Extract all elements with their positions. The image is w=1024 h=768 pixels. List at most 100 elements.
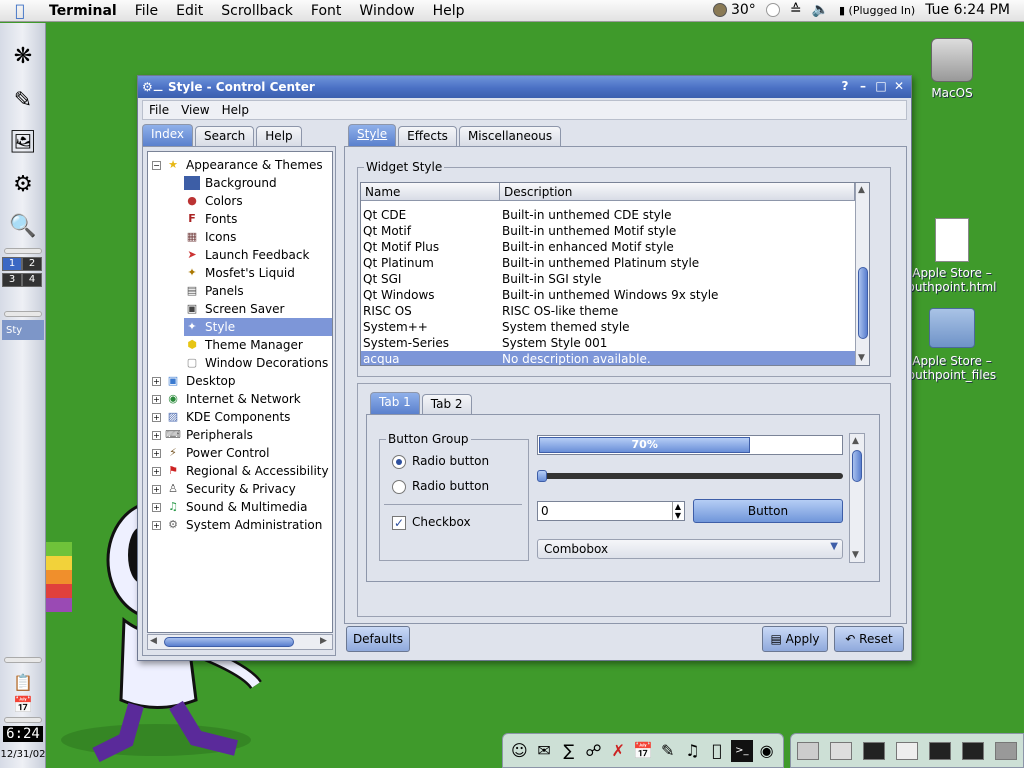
menu-window[interactable]: Window — [350, 3, 423, 19]
tree-item-colors[interactable]: ● Colors — [184, 192, 242, 210]
combobox-arrow-icon[interactable]: ▼ — [830, 541, 838, 552]
tree-horizontal-scrollbar[interactable]: ◀ ▶ — [147, 634, 333, 650]
reset-button[interactable]: ↶ Reset — [834, 626, 904, 652]
kicker-handle[interactable] — [4, 248, 42, 254]
spin-box[interactable]: 0 ▲ ▼ — [537, 501, 685, 521]
scroll-left-icon[interactable]: ◀ — [150, 636, 157, 646]
list-row[interactable]: RISC OS RISC OS-like theme — [361, 303, 855, 319]
tree-item-screen-saver[interactable]: ▣ Screen Saver — [184, 300, 285, 318]
notes-icon[interactable]: ✎ — [657, 740, 679, 762]
show-desktop-icon[interactable]: ✎ — [6, 83, 40, 117]
scroll-up-icon[interactable]: ▲ — [852, 436, 859, 446]
k-menu-icon[interactable]: ❋ — [6, 39, 40, 73]
minimized-window-thumb[interactable] — [962, 741, 985, 760]
apple-menu-icon[interactable]:  — [0, 1, 40, 20]
minimized-window-thumb[interactable] — [929, 741, 952, 760]
preview-tab-2[interactable]: Tab 2 — [421, 394, 472, 414]
tree-item-style[interactable]: ✦ Style — [184, 318, 332, 336]
tree-item-fonts[interactable]: F Fonts — [184, 210, 237, 228]
defaults-button[interactable]: Defaults — [346, 626, 410, 652]
tree-item-appearance-themes[interactable]: − ★ Appearance & Themes — [152, 156, 323, 174]
list-row[interactable]: Qt Windows Built-in unthemed Windows 9x s… — [361, 287, 855, 303]
find-files-icon[interactable]: 🔍 — [6, 209, 40, 243]
minimize-icon[interactable]: – — [855, 79, 871, 95]
minimized-window-thumb[interactable] — [895, 741, 918, 760]
displays-icon[interactable] — [765, 3, 780, 17]
menu-scrollback[interactable]: Scrollback — [212, 3, 302, 19]
trash-icon[interactable] — [995, 741, 1018, 760]
apple-icon[interactable]:  — [706, 740, 728, 762]
tab-index[interactable]: Index — [142, 124, 194, 146]
list-row[interactable]: System-Series System Style 001 — [361, 335, 855, 351]
expand-icon[interactable]: + — [152, 520, 161, 530]
tree-item-security-privacy[interactable]: + ♙ Security & Privacy — [152, 480, 296, 498]
menu-app[interactable]: Terminal — [40, 3, 126, 19]
tree-item-regional-accessibility[interactable]: + ⚑ Regional & Accessibility — [152, 462, 329, 480]
weather-extra[interactable]: 30° — [712, 2, 756, 18]
tree-item-kde-components[interactable]: + ▨ KDE Components — [152, 408, 290, 426]
menu-font[interactable]: Font — [302, 3, 350, 19]
app-icon[interactable]: ∑ — [558, 740, 580, 762]
scroll-thumb[interactable] — [164, 637, 294, 647]
close-app-icon[interactable]: ✗ — [607, 740, 629, 762]
tree-item-icons[interactable]: ▦ Icons — [184, 228, 237, 246]
maximize-icon[interactable]: □ — [873, 79, 889, 95]
tab-miscellaneous[interactable]: Miscellaneous — [458, 126, 562, 146]
collapse-icon[interactable]: − — [152, 160, 161, 170]
expand-icon[interactable]: + — [152, 412, 161, 422]
tree-item-sound-multimedia[interactable]: + ♫ Sound & Multimedia — [152, 498, 307, 516]
window-menu-file[interactable]: File — [143, 103, 175, 117]
desktop-icon-macos[interactable]: MacOS — [897, 38, 1007, 100]
window-menu-icon[interactable]: ⚙⚊ — [138, 80, 168, 94]
menubar-clock[interactable]: Tue 6:24 PM — [925, 2, 1010, 18]
menu-file[interactable]: File — [126, 3, 167, 19]
slider-handle[interactable] — [537, 470, 547, 482]
desktop-icon-apple-store-html[interactable]: Apple Store – outhpoint.html — [897, 218, 1007, 294]
tree-item-system-administration[interactable]: + ⚙ System Administration — [152, 516, 322, 534]
tree-item-mosfets-liquid[interactable]: ✦ Mosfet's Liquid — [184, 264, 294, 282]
battery-extra[interactable]: ▮ (Plugged In) — [839, 4, 915, 17]
expand-icon[interactable]: + — [152, 484, 161, 494]
tab-style[interactable]: Style — [348, 124, 397, 146]
list-row[interactable]: System++ System themed style — [361, 319, 855, 335]
desktop-icon-apple-store-files[interactable]: Apple Store – outhpoint_files — [897, 308, 1007, 382]
tree-item-window-decorations[interactable]: ▢ Window Decorations — [184, 354, 328, 372]
expand-icon[interactable]: + — [152, 448, 161, 458]
wifi-icon[interactable]: ≙ — [790, 2, 802, 18]
tree-item-desktop[interactable]: + ▣ Desktop — [152, 372, 236, 390]
minimized-window-thumb[interactable] — [862, 741, 885, 760]
list-row[interactable]: Qt SGI Built-in SGI style — [361, 271, 855, 287]
pager-desktop-2[interactable]: 2 — [22, 257, 42, 271]
list-row-selected[interactable]: acqua No description available. — [361, 351, 855, 365]
column-header-name[interactable]: Name — [361, 183, 500, 200]
pager-desktop-3[interactable]: 3 — [2, 273, 22, 287]
apply-button[interactable]: ▤ Apply — [762, 626, 828, 652]
scroll-thumb[interactable] — [858, 267, 868, 339]
expand-icon[interactable]: + — [152, 502, 161, 512]
column-header-description[interactable]: Description — [500, 183, 855, 200]
expand-icon[interactable]: + — [152, 394, 161, 404]
tab-search[interactable]: Search — [195, 126, 255, 146]
spin-arrows-icon[interactable]: ▲ ▼ — [671, 502, 683, 520]
list-vertical-scrollbar[interactable]: ▲ ▼ — [855, 183, 869, 365]
tree-item-background[interactable]: Background — [184, 174, 277, 192]
scroll-down-icon[interactable]: ▼ — [858, 353, 865, 363]
network-icon[interactable]: ☍ — [583, 740, 605, 762]
radio-button-2[interactable]: Radio button — [392, 479, 489, 494]
scroll-thumb[interactable] — [852, 450, 862, 482]
home-folder-icon[interactable]: 🖼 — [6, 125, 40, 159]
tree-item-peripherals[interactable]: + ⌨ Peripherals — [152, 426, 253, 444]
tree-item-power-control[interactable]: + ⚡ Power Control — [152, 444, 269, 462]
window-menu-help[interactable]: Help — [216, 103, 255, 117]
window-menu-view[interactable]: View — [175, 103, 215, 117]
pager-desktop-1[interactable]: 1 — [2, 257, 22, 271]
preview-push-button[interactable]: Button — [693, 499, 843, 523]
control-center-icon[interactable]: ⚙ — [6, 167, 40, 201]
calendar-applet-icon[interactable]: 📅 — [6, 687, 40, 721]
finder-icon[interactable]: ☺ — [508, 740, 530, 762]
menu-help[interactable]: Help — [424, 3, 474, 19]
globe-icon[interactable]: ◉ — [756, 740, 778, 762]
tree-item-launch-feedback[interactable]: ➤ Launch Feedback — [184, 246, 309, 264]
radio-button-1[interactable]: Radio button — [392, 454, 489, 469]
kicker-handle-2[interactable] — [4, 311, 42, 317]
